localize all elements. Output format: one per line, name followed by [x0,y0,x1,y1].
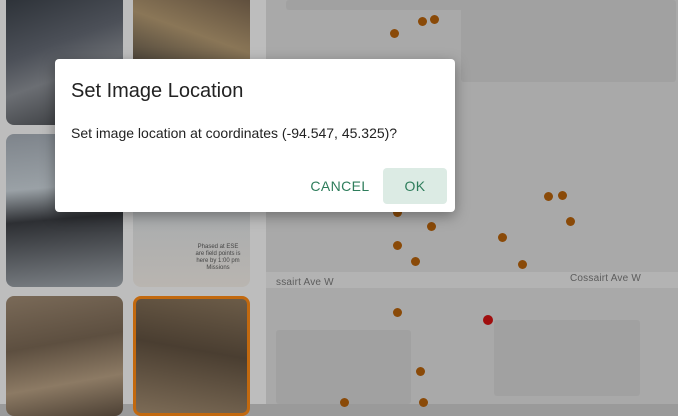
image-marker[interactable] [419,398,428,407]
image-marker[interactable] [416,367,425,376]
map-block [461,0,676,82]
image-marker[interactable] [518,260,527,269]
image-marker[interactable] [390,29,399,38]
image-marker[interactable] [427,222,436,231]
street-label: Cossairt Ave W [570,273,641,284]
set-location-dialog: Set Image Location Set image location at… [55,59,455,212]
ok-button[interactable]: OK [383,168,447,204]
cancel-button[interactable]: CANCEL [301,168,379,204]
dialog-title: Set Image Location [71,80,244,102]
image-marker[interactable] [411,257,420,266]
map-block [276,330,411,404]
image-marker[interactable] [393,308,402,317]
image-marker[interactable] [498,233,507,242]
image-marker[interactable] [558,191,567,200]
image-marker[interactable] [544,192,553,201]
dialog-message: Set image location at coordinates (-94.5… [71,125,398,141]
street-label: ssairt Ave W [276,277,334,288]
image-marker[interactable] [418,17,427,26]
selected-image-marker[interactable] [483,315,493,325]
sign-text: Phased at ESE are field points is here b… [195,244,241,271]
map-block [286,0,486,10]
image-marker[interactable] [393,241,402,250]
image-marker[interactable] [430,15,439,24]
image-marker[interactable] [340,398,349,407]
image-marker[interactable] [566,217,575,226]
image-thumbnail[interactable] [6,296,123,416]
map-block [494,320,640,396]
image-thumbnail-selected[interactable] [133,296,250,416]
